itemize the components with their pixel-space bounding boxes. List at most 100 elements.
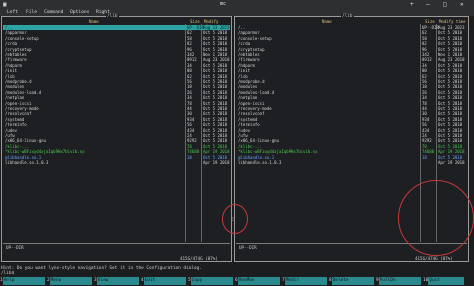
file-modify-time: Oct 5 2018 — [203, 79, 228, 84]
file-row[interactable]: /recovery-mode 44 Oct 5 2018 — [236, 106, 467, 111]
file-modify-time: Oct 5 2018 — [203, 95, 228, 101]
file-row[interactable]: /terminfo 56 Oct 5 2018 — [3, 122, 230, 127]
fkey-mkdir[interactable]: 7Mkdir — [282, 277, 327, 285]
file-size: 58 — [422, 35, 427, 41]
maximize-icon[interactable]: □ — [443, 1, 447, 8]
file-name: /ufw — [5, 133, 15, 138]
file-row[interactable]: /crda 82 Oct 5 2018 — [236, 41, 467, 46]
header-modify-time[interactable]: Modify time — [439, 19, 466, 24]
file-row[interactable]: /firmware 8912 Aug 23 2018 — [236, 57, 467, 62]
fkey-renmov[interactable]: 6RenMov — [235, 277, 280, 285]
file-row[interactable]: /apparmor 62 Oct 5 2018 — [3, 30, 230, 35]
terminal-menu-icon[interactable]: ▣ — [3, 1, 7, 8]
file-row[interactable]: /resolvconf 30 Oct 5 2018 — [3, 111, 230, 116]
header-size[interactable]: Size — [425, 19, 435, 24]
file-row[interactable]: /x86_64-linux-gnu 9292 Oct 5 2018 — [3, 138, 230, 143]
file-modify-time: Oct 5 2018 — [438, 84, 463, 90]
file-row[interactable]: *klibc-wBFzxyd4xjaIqb9Hx7bivib.so 74688 Ap… — [3, 149, 230, 154]
file-modify-time: Oct 5 2018 — [438, 73, 463, 79]
fkey-menu[interactable]: 2Menu — [47, 277, 92, 285]
mouse-pointer-icon: ⁝ — [232, 216, 234, 223]
file-row[interactable]: /modules-load.d 26 Oct 5 2018 — [3, 90, 230, 95]
file-row[interactable]: /open-iscsi 78 Oct 5 2018 — [3, 101, 230, 106]
file-row[interactable]: /console-setup 58 Oct 5 2018 — [3, 36, 230, 41]
file-modify-time: Oct 5 2018 — [438, 30, 463, 36]
fkey-view[interactable]: 3View — [94, 277, 139, 285]
file-row[interactable]: /hdparm 34 Oct 5 2018 — [3, 63, 230, 68]
file-row[interactable]: /terminfo 56 Oct 5 2018 — [236, 122, 467, 127]
file-row[interactable]: /netplan 34 Oct 5 2018 — [236, 95, 467, 100]
left-panel[interactable]: /lib Name Size Modify time /..UP--DIRAug… — [1, 14, 232, 262]
file-modify-time: Oct 5 2018 — [203, 116, 228, 122]
file-size: 24 — [187, 133, 192, 138]
file-row[interactable]: /modules 18 Oct 5 2018 — [3, 84, 230, 89]
file-size: 24 — [422, 133, 427, 138]
file-row[interactable]: @libhandle.so.1 18 Oct 5 2018 — [3, 155, 230, 160]
file-row[interactable]: *klibc-wBFzxyd4xjaIqb9Hx7bivib.so 74688 Ap… — [236, 149, 467, 154]
file-row[interactable]: /modules-load.d 26 Oct 5 2018 — [236, 90, 467, 95]
file-row[interactable]: /open-iscsi 78 Oct 5 2018 — [236, 101, 467, 106]
file-row[interactable]: /ebtables 342 Nov 1 2018 — [3, 52, 230, 57]
file-row[interactable]: /apparmor 62 Oct 5 2018 — [236, 30, 467, 35]
file-row[interactable]: /modprobe.d 56 Oct 5 2018 — [236, 79, 467, 84]
file-row[interactable]: /netplan 34 Oct 5 2018 — [3, 95, 230, 100]
close-icon[interactable]: ✕ — [460, 1, 464, 8]
file-modify-time: Oct 5 2018 — [438, 127, 463, 133]
file-row[interactable]: libhandle.so.1.0.3 Apr 19 2018 — [3, 160, 230, 165]
file-row[interactable]: /udev 434 Oct 5 2018 — [236, 128, 467, 133]
minimize-icon[interactable]: — — [426, 1, 430, 8]
fkey-pulldn[interactable]: 9PullDn — [376, 277, 421, 285]
file-size: 78 — [187, 100, 192, 106]
fkey-help[interactable]: 1Help — [0, 277, 45, 285]
file-row[interactable]: /klibc-... 70 Oct 5 2018 — [3, 144, 230, 149]
file-row[interactable]: /systemd 934 Oct 5 2018 — [3, 117, 230, 122]
file-row[interactable]: /x86_64-linux-gnu 9292 Oct 5 2018 — [236, 138, 467, 143]
fkey-delete[interactable]: 8Delete — [329, 277, 374, 285]
file-row[interactable]: /udev 434 Oct 5 2018 — [3, 128, 230, 133]
file-row[interactable]: /ebtables 342 Nov 1 2018 — [236, 52, 467, 57]
file-row[interactable]: /cryptsetup 96 Oct 5 2018 — [236, 47, 467, 52]
file-modify-time: Nov 1 2018 — [203, 52, 228, 57]
file-name: /modules-load.d — [5, 89, 42, 95]
fkey-edit[interactable]: 4Edit — [141, 277, 186, 285]
file-row[interactable]: /modules 18 Oct 5 2018 — [236, 84, 467, 89]
file-row[interactable]: /recovery-mode 44 Oct 5 2018 — [3, 106, 230, 111]
fkey-copy[interactable]: 5Copy — [188, 277, 233, 285]
file-row[interactable]: libhandle.so.1.0.3 Apr 19 2018 — [236, 160, 467, 165]
file-row[interactable]: /firmware 8912 Aug 23 2018 — [3, 57, 230, 62]
file-row[interactable]: /lsb 62 Oct 5 2018 — [3, 74, 230, 79]
menu-command[interactable]: Command — [44, 9, 63, 16]
fkey-quit[interactable]: 10Quit — [423, 277, 465, 285]
file-row[interactable]: /lsb 62 Oct 5 2018 — [236, 74, 467, 79]
menu-bar: Left File Command Options Right — [0, 9, 474, 16]
file-row[interactable]: /crda 82 Oct 5 2018 — [3, 41, 230, 46]
shell-prompt[interactable]: /lib$ — [1, 271, 14, 276]
header-size[interactable]: Size — [190, 19, 200, 24]
header-name[interactable]: Name — [322, 19, 332, 24]
file-name: /udev — [238, 127, 251, 133]
file-row[interactable]: /systemd 934 Oct 5 2018 — [236, 117, 467, 122]
file-row[interactable]: /ufw 24 Oct 5 2018 — [3, 133, 230, 138]
file-row[interactable]: /cryptsetup 96 Oct 5 2018 — [3, 47, 230, 52]
file-row[interactable]: /init 80 Oct 5 2018 — [236, 68, 467, 73]
header-name[interactable]: Name — [89, 19, 99, 24]
new-tab-icon[interactable]: + — [410, 1, 414, 8]
file-modify-time: Oct 5 2018 — [203, 30, 228, 36]
file-modify-time: Oct 5 2018 — [203, 143, 228, 149]
file-row[interactable]: /resolvconf 30 Oct 5 2018 — [236, 111, 467, 116]
file-row[interactable]: /klibc-... 70 Oct 5 2018 — [236, 144, 467, 149]
file-row[interactable]: /ufw 24 Oct 5 2018 — [236, 133, 467, 138]
file-row[interactable]: /.. UP--DIR Aug 23 2023 — [3, 25, 230, 30]
file-row[interactable]: /console-setup 58 Oct 5 2018 — [236, 36, 467, 41]
menu-options[interactable]: Options — [70, 9, 89, 16]
menu-left[interactable]: Left — [7, 9, 18, 16]
file-name: /ebtables — [5, 52, 27, 57]
file-size: 58 — [187, 35, 192, 41]
file-name: /netplan — [238, 95, 258, 101]
file-row[interactable]: /modprobe.d 56 Oct 5 2018 — [3, 79, 230, 84]
file-row[interactable]: /.. UP--DIR Aug 23 2023 — [236, 25, 467, 30]
file-row[interactable]: @libhandle.so.1 18 Oct 5 2018 — [236, 155, 467, 160]
file-row[interactable]: /hdparm 34 Oct 5 2018 — [236, 63, 467, 68]
menu-file[interactable]: File — [26, 9, 37, 16]
file-row[interactable]: /init 80 Oct 5 2018 — [3, 68, 230, 73]
